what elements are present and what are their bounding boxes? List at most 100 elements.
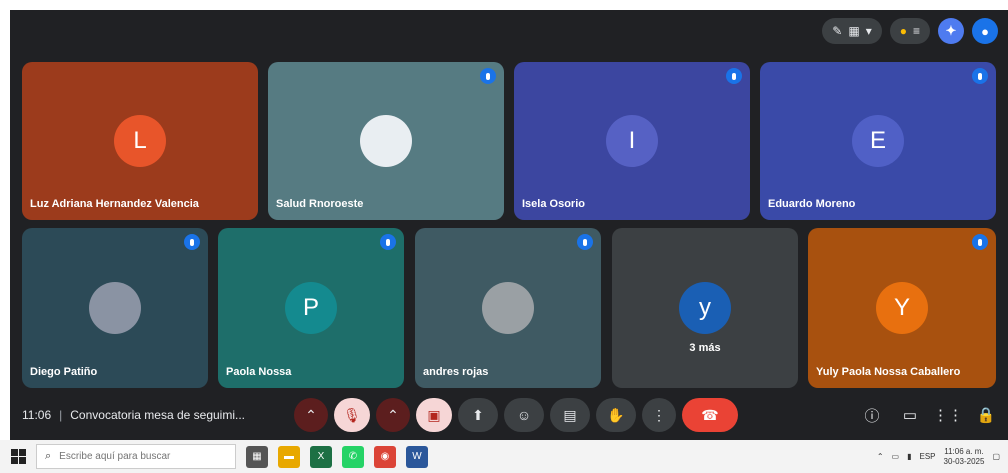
- raise-hand-button[interactable]: ✋: [596, 398, 636, 432]
- avatar: Y: [876, 282, 928, 334]
- clock-date: 30-03-2025: [943, 456, 985, 466]
- mic-muted-icon: [380, 234, 396, 250]
- participant-name: Isela Osorio: [522, 198, 585, 210]
- mic-muted-icon: [480, 68, 496, 84]
- chevron-up-icon: ⌃: [305, 406, 317, 423]
- emoji-icon: ☺: [516, 407, 532, 423]
- avatar: [360, 115, 412, 167]
- participant-tile[interactable]: I Isela Osorio: [514, 62, 750, 220]
- participant-name: Eduardo Moreno: [768, 198, 856, 210]
- participant-tile[interactable]: andres rojas: [415, 228, 601, 388]
- mic-muted-icon: [726, 68, 742, 84]
- network-icon[interactable]: ▭: [892, 452, 900, 461]
- avatar: I: [606, 115, 658, 167]
- meet-window: ✎ ▦ ▾ ● ≡ ✦ ● L Luz Adriana Hernandez Val…: [10, 10, 1008, 440]
- info-button[interactable]: ⓘ: [860, 398, 884, 432]
- app-whatsapp[interactable]: ✆: [342, 445, 364, 468]
- activities-button[interactable]: ⋮⋮: [933, 398, 963, 432]
- participant-name: 3 más: [689, 342, 721, 354]
- info-icon: ⓘ: [864, 407, 880, 425]
- participant-tile[interactable]: E Eduardo Moreno: [760, 62, 996, 220]
- search-input[interactable]: [59, 451, 210, 462]
- mic-toggle-button[interactable]: 🎙: [334, 398, 370, 432]
- windows-taskbar: ⌕ ▦ ▬ X ✆ ◉ W ⌃ ▭ ▮ ESP 11:06 a. m. 30-0…: [0, 440, 1008, 473]
- clock-time: 11:06 a. m.: [944, 446, 984, 456]
- pencil-icon: ✎: [832, 24, 843, 38]
- app-file-explorer[interactable]: ▬: [278, 445, 300, 468]
- layout-icon: ▦: [848, 24, 860, 38]
- chat-icon: ▭: [902, 407, 918, 424]
- language-indicator[interactable]: ESP: [920, 452, 936, 461]
- leave-call-button[interactable]: ☎: [682, 398, 738, 432]
- camera-toggle-button[interactable]: ▣: [416, 398, 452, 432]
- chat-button[interactable]: ▭: [898, 398, 922, 432]
- participant-name: andres rojas: [423, 366, 489, 378]
- avatar: [89, 282, 141, 334]
- avatar: L: [114, 115, 166, 167]
- emoji-button[interactable]: ☺: [504, 398, 544, 432]
- participant-name: Salud Rnoroeste: [276, 198, 364, 210]
- participant-name: Paola Nossa: [226, 366, 292, 378]
- participant-tile[interactable]: Salud Rnoroeste: [268, 62, 504, 220]
- participants-pill[interactable]: ● ≡: [889, 18, 930, 44]
- participant-name: Diego Patiño: [30, 366, 98, 378]
- meeting-time: 11:06: [22, 408, 52, 422]
- participant-tile[interactable]: Y Yuly Paola Nossa Caballero: [808, 228, 996, 388]
- avatar: E: [852, 115, 904, 167]
- captions-button[interactable]: ▤: [550, 398, 590, 432]
- apps-grid-icon: ⋮⋮: [933, 407, 963, 424]
- people-badge: ≡: [912, 24, 920, 38]
- mic-muted-icon: [972, 68, 988, 84]
- captions-icon: ▤: [563, 406, 577, 423]
- camera-options-button[interactable]: ⌃: [376, 398, 410, 432]
- chevron-up-icon: ⌃: [387, 406, 399, 423]
- lock-icon: 🔒: [976, 407, 996, 424]
- gemini-button[interactable]: ✦: [938, 18, 964, 44]
- hand-icon: ✋: [607, 406, 625, 423]
- search-icon: ⌕: [45, 450, 52, 462]
- app-excel[interactable]: X: [310, 445, 332, 468]
- taskbar-search[interactable]: ⌕: [36, 444, 236, 469]
- mic-muted-icon: [972, 234, 988, 250]
- mic-muted-icon: [577, 234, 593, 250]
- mic-off-icon: 🎙: [343, 406, 361, 423]
- camera-off-icon: ▣: [427, 406, 441, 423]
- participant-tile[interactable]: y 3 más: [612, 228, 798, 388]
- bottom-bar: 11:06 | Convocatoria mesa de seguimi... …: [10, 390, 1008, 440]
- people-icon: ●: [899, 24, 907, 38]
- top-right-controls: ✎ ▦ ▾ ● ≡ ✦ ●: [822, 18, 998, 44]
- participant-name: Luz Adriana Hernandez Valencia: [30, 198, 199, 210]
- app-word[interactable]: W: [406, 445, 428, 468]
- host-controls-button[interactable]: 🔒: [974, 398, 998, 432]
- meeting-title: Convocatoria mesa de seguimi...: [70, 408, 246, 422]
- start-button[interactable]: [0, 440, 36, 473]
- profile-button[interactable]: ●: [972, 18, 998, 44]
- avatar: y: [679, 282, 731, 334]
- present-button[interactable]: ⬆: [458, 398, 498, 432]
- phone-hangup-icon: ☎: [701, 406, 719, 423]
- side-panel-controls: ⓘ ▭ ⋮⋮ 🔒: [860, 398, 998, 432]
- chevron-up-icon[interactable]: ⌃: [877, 452, 884, 461]
- app-calculator[interactable]: ▦: [246, 445, 268, 468]
- participant-tile[interactable]: Diego Patiño: [22, 228, 208, 388]
- more-vert-icon: ⋮: [652, 406, 666, 423]
- pill-label: ▾: [865, 24, 872, 38]
- participant-tile[interactable]: L Luz Adriana Hernandez Valencia: [22, 62, 258, 220]
- windows-logo-icon: [10, 449, 26, 464]
- more-options-button[interactable]: ⋮: [642, 398, 676, 432]
- system-tray: ⌃ ▭ ▮ ESP 11:06 a. m. 30-03-2025 ▢: [877, 440, 1000, 473]
- mic-muted-icon: [184, 234, 200, 250]
- participant-name: Yuly Paola Nossa Caballero: [816, 366, 961, 378]
- clock[interactable]: 11:06 a. m. 30-03-2025: [944, 447, 985, 467]
- volume-icon[interactable]: ▮: [907, 452, 911, 461]
- screenshot: ✎ ▦ ▾ ● ≡ ✦ ● L Luz Adriana Hernandez Val…: [0, 0, 1008, 473]
- notifications-icon[interactable]: ▢: [992, 452, 1000, 461]
- avatar: P: [285, 282, 337, 334]
- avatar: [482, 282, 534, 334]
- app-chrome[interactable]: ◉: [374, 445, 396, 468]
- participant-tile[interactable]: P Paola Nossa: [218, 228, 404, 388]
- separator: |: [59, 408, 63, 422]
- call-controls: ⌃ 🎙 ⌃ ▣ ⬆ ☺ ▤ ✋ ⋮ ☎: [294, 398, 738, 432]
- layout-pill[interactable]: ✎ ▦ ▾: [822, 18, 882, 44]
- mic-options-button[interactable]: ⌃: [294, 398, 328, 432]
